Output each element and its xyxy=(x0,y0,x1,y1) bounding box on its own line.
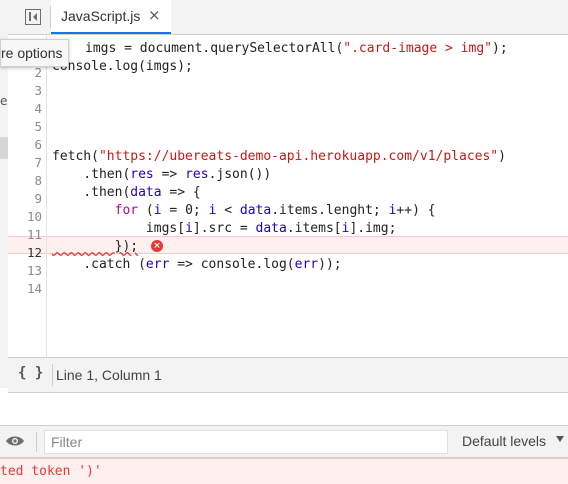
cursor-position: Line 1, Column 1 xyxy=(56,367,162,383)
navigator-text-fragment: e xyxy=(0,94,8,108)
line-number-gutter: 2 3 4 5 6 7 8 9 10 11 12 13 14 xyxy=(8,35,47,357)
error-text: ted token ')' xyxy=(0,464,102,479)
code-line-10[interactable]: for (i = 0; i < data.items.lenght; i++) … xyxy=(52,203,436,218)
line-number: 4 xyxy=(34,101,42,116)
navigator-selected-row[interactable] xyxy=(0,137,8,159)
line-number: 10 xyxy=(26,209,42,224)
console-spacer xyxy=(0,393,568,425)
line-number: 2 xyxy=(34,65,42,80)
sidebar-toggle-icon[interactable] xyxy=(25,9,41,25)
code-line-9[interactable]: .then(data => { xyxy=(52,185,200,200)
tab-javascript-js[interactable]: JavaScript.js × xyxy=(51,0,171,34)
tab-label: JavaScript.js xyxy=(61,8,141,24)
status-divider xyxy=(52,364,53,386)
line-number: 8 xyxy=(34,173,42,188)
close-icon[interactable]: × xyxy=(148,6,161,24)
line-number: 13 xyxy=(26,263,42,278)
code-line-12[interactable]: }); xyxy=(52,239,138,254)
line-number: 11 xyxy=(26,227,42,242)
line-number: 7 xyxy=(34,155,42,170)
editor-tab-bar: JavaScript.js × xyxy=(8,0,568,35)
code-line-7[interactable]: fetch("https://ubereats-demo-api.herokua… xyxy=(52,149,506,164)
eye-icon[interactable] xyxy=(5,435,25,447)
braces-icon[interactable]: { } xyxy=(18,365,43,381)
filter-input[interactable] xyxy=(44,430,448,454)
code-line-11[interactable]: imgs[i].src = data.items[i].img; xyxy=(52,221,397,236)
code-line-1[interactable]: imgs = document.querySelectorAll(".card-… xyxy=(85,41,508,56)
chevron-down-icon[interactable] xyxy=(556,436,564,442)
console-error-message[interactable]: ted token ')' xyxy=(0,458,568,484)
code-line-13[interactable]: .catch (err => console.log(err)); xyxy=(52,257,341,272)
line-number: 5 xyxy=(34,119,42,134)
code-line-8[interactable]: .then(res => res.json()) xyxy=(52,167,271,182)
line-number-error: 12 xyxy=(26,245,42,260)
line-number: 14 xyxy=(26,281,42,296)
code-line-2[interactable]: console.log(imgs); xyxy=(52,59,193,74)
editor-status-bar: { } Line 1, Column 1 xyxy=(8,357,568,393)
code-editor[interactable]: 2 3 4 5 6 7 8 9 10 11 12 13 14 imgs = do… xyxy=(8,35,568,357)
default-levels-dropdown[interactable]: Default levels xyxy=(462,433,546,449)
error-icon[interactable]: × xyxy=(151,240,163,252)
line-number: 6 xyxy=(34,137,42,152)
console-toolbar: Default levels xyxy=(0,425,568,458)
more-options-tooltip: re options xyxy=(0,39,70,67)
line-number: 3 xyxy=(34,83,42,98)
toolbar-divider xyxy=(36,432,37,452)
line-number: 9 xyxy=(34,191,42,206)
